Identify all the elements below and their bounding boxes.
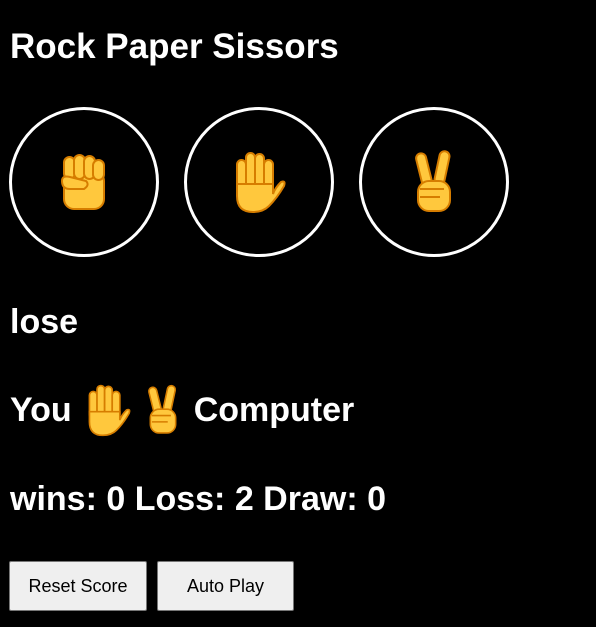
victory-hand-icon: [410, 149, 458, 215]
moves-display: You Computer: [10, 380, 354, 440]
raised-fist-icon: [58, 151, 110, 213]
app-page: Rock Paper Sissors lose You Computer win…: [0, 0, 596, 627]
page-title: Rock Paper Sissors: [10, 27, 339, 66]
raised-hand-icon: [231, 150, 287, 214]
choice-buttons: [9, 107, 509, 257]
rock-button[interactable]: [9, 107, 159, 257]
paper-button[interactable]: [184, 107, 334, 257]
reset-score-button[interactable]: Reset Score: [9, 561, 147, 611]
score-text: wins: 0 Loss: 2 Draw: 0: [10, 480, 386, 518]
raised-hand-icon: [84, 383, 132, 437]
victory-hand-icon: [144, 383, 182, 437]
computer-label: Computer: [193, 390, 355, 429]
result-text: lose: [10, 303, 79, 341]
player-label: You: [10, 390, 72, 429]
scissors-button[interactable]: [359, 107, 509, 257]
auto-play-button[interactable]: Auto Play: [157, 561, 294, 611]
